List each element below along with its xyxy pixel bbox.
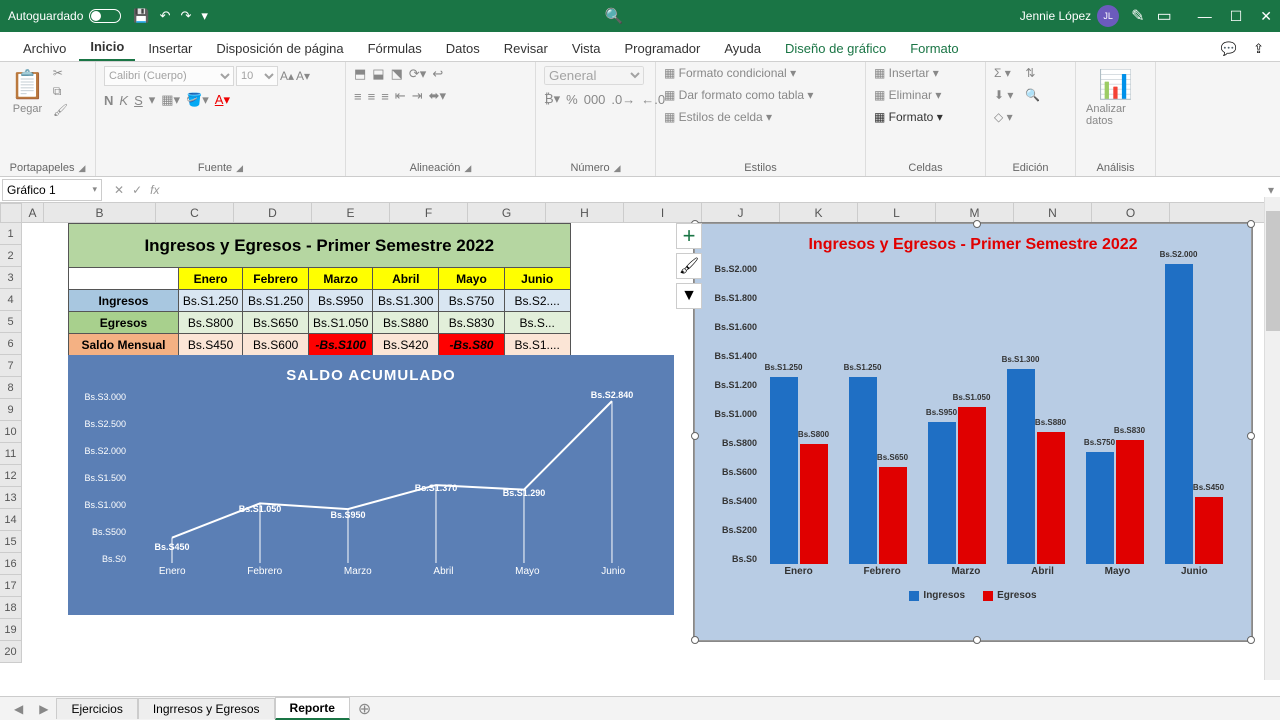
qat-more-icon[interactable]: ▾ [201, 8, 208, 24]
avatar: JL [1097, 5, 1119, 27]
format-painter-icon[interactable]: 🖌 [53, 103, 68, 117]
increase-font-icon[interactable]: A▴ [280, 69, 294, 83]
decrease-font-icon[interactable]: A▾ [296, 69, 310, 83]
sheet-area: ABCDEFGHIJKLMNO 123456789101112131415161… [0, 203, 1280, 683]
search-icon[interactable]: 🔍 [605, 7, 624, 25]
conditional-format-button[interactable]: ▦ Formato condicional ▾ [664, 66, 813, 80]
pen-icon[interactable]: ✎ [1131, 6, 1144, 26]
sort-filter-icon[interactable]: ⇅ [1025, 66, 1040, 80]
chart-styles-brush-button[interactable]: 🖌 [676, 253, 702, 279]
delete-cells-button[interactable]: ▦ Eliminar ▾ [874, 88, 943, 102]
sheet-tab-ingrresos y egresos[interactable]: Ingrresos y Egresos [138, 698, 275, 719]
line-chart-saldo-acumulado[interactable]: SALDO ACUMULADO Bs.S3.000Bs.S2.500Bs.S2.… [68, 355, 674, 615]
indent-inc-icon[interactable]: ⇥ [412, 88, 423, 104]
redo-icon[interactable]: ↷ [181, 8, 192, 24]
tab-vista[interactable]: Vista [561, 36, 612, 61]
percent-icon[interactable]: % [566, 92, 578, 107]
sheet-nav-next[interactable]: ▶ [31, 702, 56, 716]
insert-cells-button[interactable]: ▦ Insertar ▾ [874, 66, 943, 80]
copy-icon[interactable]: ⧉ [53, 84, 68, 99]
fill-icon[interactable]: ⬇ ▾ [994, 88, 1013, 102]
align-left-icon[interactable]: ≡ [354, 89, 362, 104]
ribbon-mode-icon[interactable]: ▭ [1157, 6, 1172, 26]
chart-element-plus-button[interactable]: + [676, 223, 702, 249]
find-icon[interactable]: 🔍 [1025, 88, 1040, 102]
font-color-icon[interactable]: A▾ [215, 92, 230, 108]
font-size-select[interactable]: 10 [236, 66, 278, 86]
bar-chart-ingresos-egresos[interactable]: Ingresos y Egresos - Primer Semestre 202… [694, 223, 1252, 641]
merge-icon[interactable]: ⬌▾ [429, 88, 446, 104]
font-name-select[interactable]: Calibri (Cuerpo) [104, 66, 234, 86]
align-top-icon[interactable]: ⬒ [354, 66, 366, 82]
paste-button[interactable]: 📋Pegar [8, 66, 47, 117]
name-box[interactable]: Gráfico 1▾ [2, 179, 102, 201]
tab-datos[interactable]: Datos [435, 36, 491, 61]
fill-color-icon[interactable]: 🪣▾ [186, 92, 209, 108]
underline-button[interactable]: S [134, 93, 143, 108]
comments-icon[interactable]: 💬 [1217, 37, 1241, 61]
column-headers[interactable]: ABCDEFGHIJKLMNO [22, 203, 1264, 223]
chart-filter-funnel-button[interactable]: ▼ [676, 283, 702, 309]
inc-decimal-icon[interactable]: .0→ [611, 92, 635, 107]
tab-formato[interactable]: Formato [899, 36, 969, 61]
grid[interactable]: Ingresos y Egresos - Primer Semestre 202… [22, 223, 1264, 683]
thousands-icon[interactable]: 000 [584, 92, 606, 107]
tab-fórmulas[interactable]: Fórmulas [357, 36, 433, 61]
vertical-scrollbar[interactable] [1264, 197, 1280, 680]
sheet-tab-reporte[interactable]: Reporte [275, 697, 350, 720]
format-table-button[interactable]: ▦ Dar formato como tabla ▾ [664, 88, 813, 102]
close-button[interactable]: ✕ [1260, 8, 1272, 25]
ribbon: 📋Pegar ✂ ⧉ 🖌 Portapapeles ◢ Calibri (Cue… [0, 62, 1280, 177]
tab-revisar[interactable]: Revisar [493, 36, 559, 61]
tab-diseño-de-gráfico[interactable]: Diseño de gráfico [774, 36, 897, 61]
indent-dec-icon[interactable]: ⇤ [395, 88, 406, 104]
toggle-icon [89, 9, 121, 23]
sheet-tab-ejercicios[interactable]: Ejercicios [56, 698, 137, 719]
select-all-corner[interactable] [0, 203, 22, 223]
orientation-icon[interactable]: ⟳▾ [409, 66, 426, 82]
tab-inicio[interactable]: Inicio [79, 34, 135, 61]
share-icon[interactable]: ⇪ [1249, 37, 1268, 61]
save-icon[interactable]: 💾 [133, 8, 149, 24]
format-cells-button[interactable]: ▦ Formato ▾ [874, 110, 943, 124]
autosum-icon[interactable]: Σ ▾ [994, 66, 1013, 80]
titlebar: Autoguardado 💾 ↶ ↷ ▾ 🔍 Jennie López JL ✎… [0, 0, 1280, 32]
row-headers[interactable]: 1234567891011121314151617181920 [0, 223, 22, 663]
wrap-text-icon[interactable]: ↩ [432, 66, 443, 82]
analyze-data-button[interactable]: 📊Analizar datos [1084, 66, 1147, 129]
number-format-select[interactable]: General [544, 66, 644, 85]
tab-archivo[interactable]: Archivo [12, 36, 77, 61]
table-title: Ingresos y Egresos - Primer Semestre 202… [69, 224, 571, 268]
minimize-button[interactable]: — [1198, 8, 1212, 25]
clear-icon[interactable]: ◇ ▾ [994, 110, 1013, 124]
align-center-icon[interactable]: ≡ [368, 89, 376, 104]
formula-bar: Gráfico 1▾ ✕ ✓ fx ▾ [0, 177, 1280, 203]
italic-button[interactable]: K [119, 93, 128, 108]
tab-programador[interactable]: Programador [614, 36, 712, 61]
tab-ayuda[interactable]: Ayuda [713, 36, 772, 61]
cell-styles-button[interactable]: ▦ Estilos de celda ▾ [664, 110, 813, 124]
maximize-button[interactable]: ☐ [1230, 8, 1243, 25]
tab-insertar[interactable]: Insertar [137, 36, 203, 61]
align-right-icon[interactable]: ≡ [381, 89, 389, 104]
sheet-nav-prev[interactable]: ◀ [6, 702, 31, 716]
accept-formula-icon[interactable]: ✓ [132, 183, 142, 197]
align-bottom-icon[interactable]: ⬔ [391, 66, 403, 82]
fx-icon[interactable]: fx [150, 183, 159, 197]
currency-icon[interactable]: ₿▾ [544, 91, 560, 107]
user-account[interactable]: Jennie López JL [1020, 5, 1119, 27]
new-sheet-button[interactable]: ⊕ [350, 699, 379, 719]
cancel-formula-icon[interactable]: ✕ [114, 183, 124, 197]
ribbon-tabs: ArchivoInicioInsertarDisposición de pági… [0, 32, 1280, 62]
autosave-toggle[interactable]: Autoguardado [8, 9, 121, 23]
align-middle-icon[interactable]: ⬓ [372, 66, 384, 82]
tab-disposición-de-página[interactable]: Disposición de página [205, 36, 354, 61]
cut-icon[interactable]: ✂ [53, 66, 68, 80]
bold-button[interactable]: N [104, 93, 113, 108]
borders-icon[interactable]: ▦▾ [161, 92, 180, 108]
bar-chart-legend: Ingresos Egresos [703, 590, 1243, 601]
sheet-tabs: ◀ ▶ EjerciciosIngrresos y EgresosReporte… [0, 696, 1280, 720]
undo-icon[interactable]: ↶ [160, 8, 171, 24]
line-plot-svg [128, 392, 656, 563]
